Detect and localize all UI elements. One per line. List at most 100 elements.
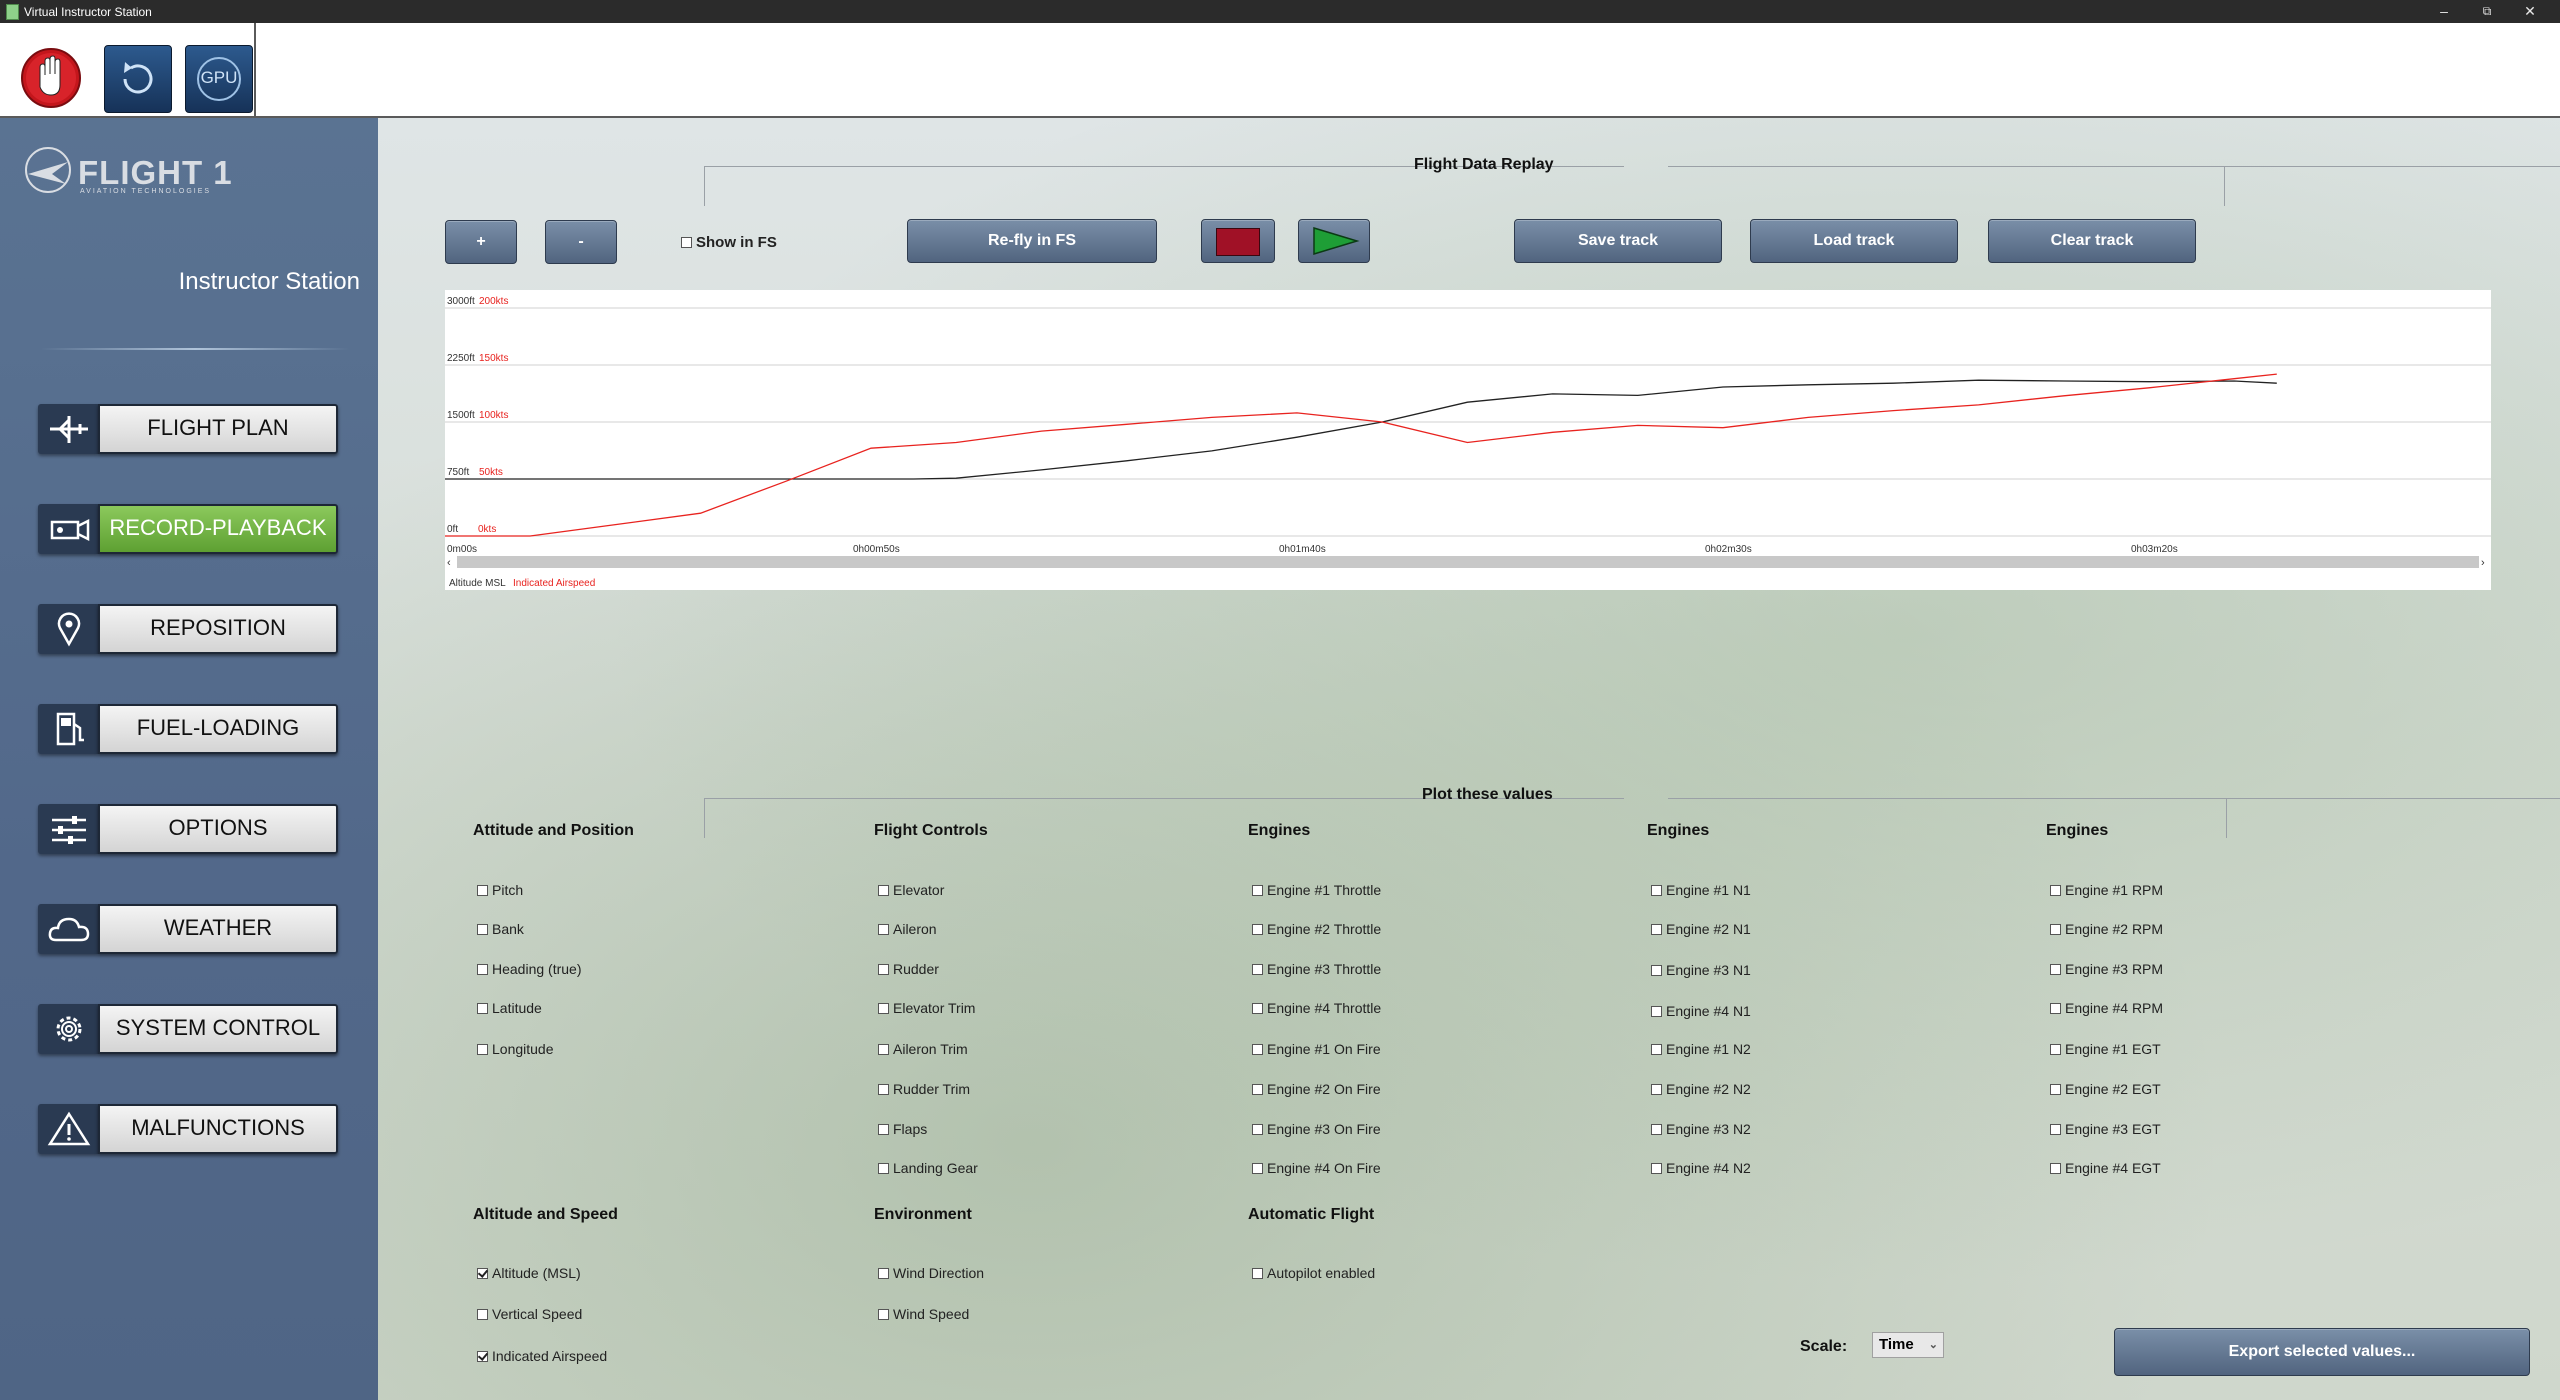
checkbox-box[interactable]	[1651, 1163, 1662, 1174]
checkbox-box[interactable]	[1252, 1163, 1263, 1174]
plot-checkbox[interactable]: Engine #3 EGT	[2050, 1120, 2161, 1138]
reset-button[interactable]	[104, 45, 172, 113]
checkbox-box[interactable]	[477, 885, 488, 896]
plot-checkbox[interactable]: Rudder	[878, 960, 939, 978]
plot-checkbox[interactable]: Engine #3 N1	[1651, 961, 1751, 979]
plot-checkbox[interactable]: Engine #2 N1	[1651, 920, 1751, 938]
checkbox-box[interactable]	[2050, 1003, 2061, 1014]
plot-checkbox[interactable]: Engine #2 EGT	[2050, 1080, 2161, 1098]
plot-checkbox[interactable]: Engine #1 Throttle	[1252, 881, 1381, 899]
close-icon[interactable]: ✕	[2515, 2, 2545, 20]
plot-checkbox[interactable]: Engine #1 RPM	[2050, 881, 2163, 899]
nav-weather[interactable]: WEATHER	[38, 904, 338, 954]
plot-checkbox[interactable]: Engine #4 RPM	[2050, 999, 2163, 1017]
plot-checkbox[interactable]: Altitude (MSL)	[477, 1264, 581, 1282]
checkbox-box[interactable]	[1252, 964, 1263, 975]
checkbox-box[interactable]	[1252, 1268, 1263, 1279]
plot-checkbox[interactable]: Latitude	[477, 999, 542, 1017]
checkbox-box[interactable]	[681, 237, 692, 248]
checkbox-box[interactable]	[1651, 924, 1662, 935]
checkbox-box[interactable]	[2050, 1084, 2061, 1095]
plot-checkbox[interactable]: Flaps	[878, 1120, 927, 1138]
plot-checkbox[interactable]: Engine #3 N2	[1651, 1120, 1751, 1138]
stop-record-button[interactable]	[1201, 219, 1275, 263]
checkbox-box[interactable]	[878, 1124, 889, 1135]
plot-checkbox[interactable]: Elevator Trim	[878, 999, 975, 1017]
checkbox-box[interactable]	[1651, 885, 1662, 896]
plot-checkbox[interactable]: Rudder Trim	[878, 1080, 970, 1098]
zoom-in-button[interactable]: +	[445, 220, 517, 264]
nav-options[interactable]: OPTIONS	[38, 804, 338, 854]
nav-record-playback[interactable]: RECORD-PLAYBACK	[38, 504, 338, 554]
plot-checkbox[interactable]: Bank	[477, 920, 524, 938]
plot-checkbox[interactable]: Autopilot enabled	[1252, 1264, 1375, 1282]
nav-malfunctions[interactable]: MALFUNCTIONS	[38, 1104, 338, 1154]
nav-reposition[interactable]: REPOSITION	[38, 604, 338, 654]
checkbox-box[interactable]	[2050, 924, 2061, 935]
checkbox-box[interactable]	[878, 1163, 889, 1174]
checkbox-box[interactable]	[1252, 885, 1263, 896]
checkbox-box[interactable]	[878, 964, 889, 975]
plot-checkbox[interactable]: Engine #2 N2	[1651, 1080, 1751, 1098]
scale-select[interactable]: Time ⌄	[1872, 1332, 1944, 1358]
checkbox-box[interactable]	[477, 1044, 488, 1055]
checkbox-box[interactable]	[878, 1084, 889, 1095]
plot-checkbox[interactable]: Aileron	[878, 920, 937, 938]
plot-checkbox[interactable]: Wind Direction	[878, 1264, 984, 1282]
plot-checkbox[interactable]: Engine #1 N2	[1651, 1040, 1751, 1058]
checkbox-box[interactable]	[477, 964, 488, 975]
plot-checkbox[interactable]: Wind Speed	[878, 1305, 969, 1323]
checkbox-box[interactable]	[477, 1003, 488, 1014]
plot-checkbox[interactable]: Engine #3 On Fire	[1252, 1120, 1381, 1138]
checkbox-box[interactable]	[477, 1351, 488, 1362]
plot-checkbox[interactable]: Engine #2 Throttle	[1252, 920, 1381, 938]
checkbox-box[interactable]	[1651, 1084, 1662, 1095]
plot-checkbox[interactable]: Engine #4 Throttle	[1252, 999, 1381, 1017]
checkbox-box[interactable]	[878, 924, 889, 935]
load-track-button[interactable]: Load track	[1750, 219, 1958, 263]
plot-checkbox[interactable]: Longitude	[477, 1040, 554, 1058]
plot-checkbox[interactable]: Engine #3 Throttle	[1252, 960, 1381, 978]
checkbox-box[interactable]	[1651, 965, 1662, 976]
plot-checkbox[interactable]: Vertical Speed	[477, 1305, 582, 1323]
gpu-button[interactable]: GPU	[185, 45, 253, 113]
plot-checkbox[interactable]: Engine #1 On Fire	[1252, 1040, 1381, 1058]
nav-flight-plan[interactable]: FLIGHT PLAN	[38, 404, 338, 454]
checkbox-box[interactable]	[1252, 1124, 1263, 1135]
plot-checkbox[interactable]: Aileron Trim	[878, 1040, 968, 1058]
save-track-button[interactable]: Save track	[1514, 219, 1722, 263]
plot-checkbox[interactable]: Pitch	[477, 881, 523, 899]
export-button[interactable]: Export selected values...	[2114, 1328, 2530, 1376]
checkbox-box[interactable]	[477, 1268, 488, 1279]
plot-checkbox[interactable]: Heading (true)	[477, 960, 582, 978]
minimize-icon[interactable]: –	[2429, 2, 2459, 20]
checkbox-box[interactable]	[1252, 1084, 1263, 1095]
clear-track-button[interactable]: Clear track	[1988, 219, 2196, 263]
play-button[interactable]	[1298, 219, 1370, 263]
plot-checkbox[interactable]: Landing Gear	[878, 1159, 978, 1177]
checkbox-box[interactable]	[1651, 1044, 1662, 1055]
checkbox-box[interactable]	[2050, 885, 2061, 896]
checkbox-box[interactable]	[2050, 1124, 2061, 1135]
plot-checkbox[interactable]: Engine #4 N2	[1651, 1159, 1751, 1177]
nav-system-control[interactable]: SYSTEM CONTROL	[38, 1004, 338, 1054]
plot-checkbox[interactable]: Engine #4 EGT	[2050, 1159, 2161, 1177]
checkbox-box[interactable]	[477, 1309, 488, 1320]
checkbox-box[interactable]	[1252, 924, 1263, 935]
stop-button[interactable]	[18, 45, 84, 111]
plot-checkbox[interactable]: Indicated Airspeed	[477, 1347, 607, 1365]
plot-checkbox[interactable]: Engine #1 N1	[1651, 881, 1751, 899]
nav-fuel-loading[interactable]: FUEL-LOADING	[38, 704, 338, 754]
refly-button[interactable]: Re-fly in FS	[907, 219, 1157, 263]
checkbox-box[interactable]	[2050, 1044, 2061, 1055]
checkbox-box[interactable]	[878, 1268, 889, 1279]
zoom-out-button[interactable]: -	[545, 220, 617, 264]
plot-checkbox[interactable]: Engine #2 RPM	[2050, 920, 2163, 938]
plot-checkbox[interactable]: Engine #1 EGT	[2050, 1040, 2161, 1058]
checkbox-box[interactable]	[878, 885, 889, 896]
plot-checkbox[interactable]: Elevator	[878, 881, 944, 899]
checkbox-box[interactable]	[2050, 1163, 2061, 1174]
checkbox-box[interactable]	[1252, 1044, 1263, 1055]
checkbox-box[interactable]	[878, 1044, 889, 1055]
checkbox-box[interactable]	[878, 1003, 889, 1014]
